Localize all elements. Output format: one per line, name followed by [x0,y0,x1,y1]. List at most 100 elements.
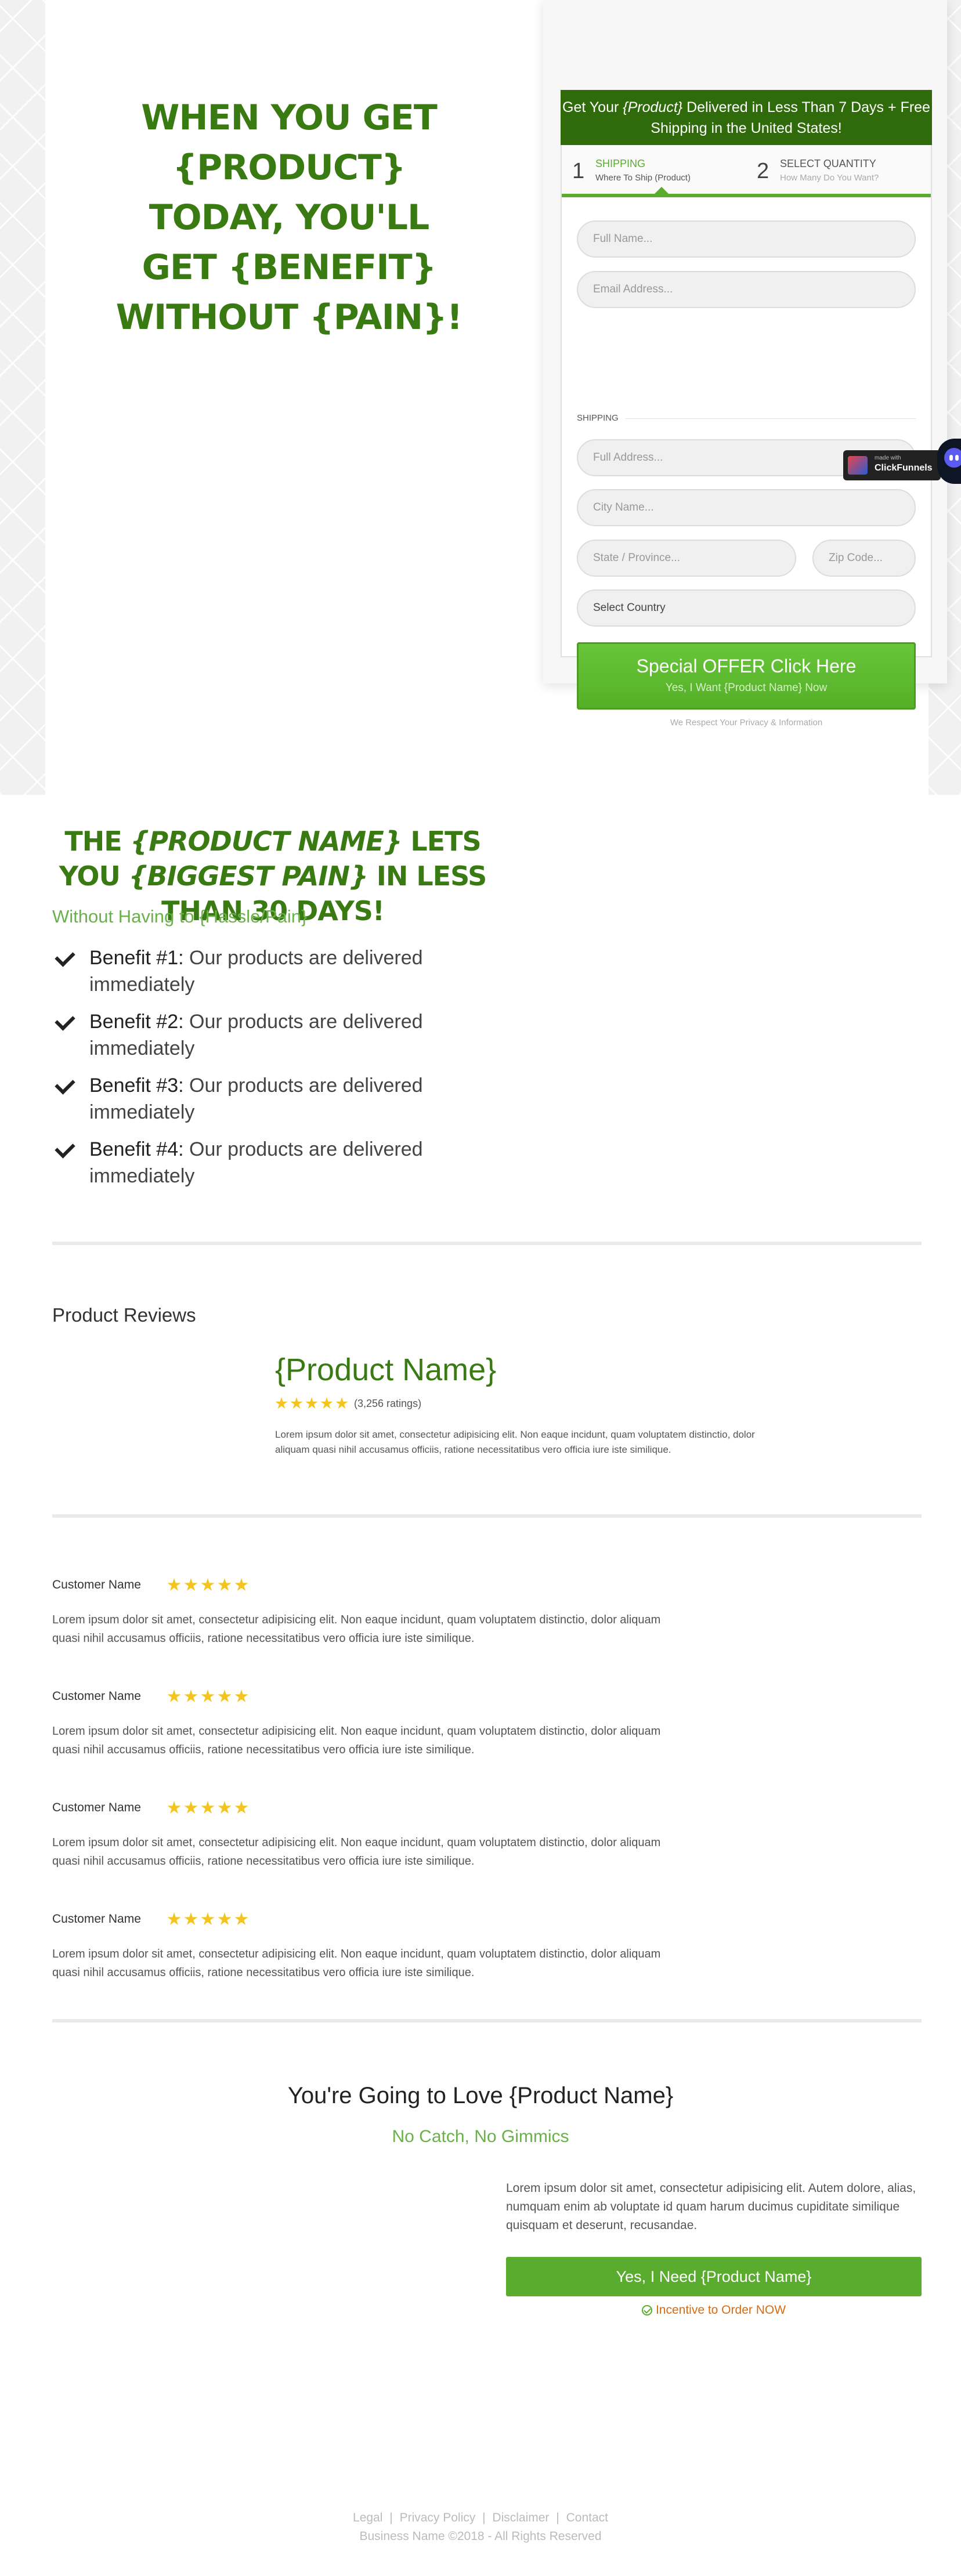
check-icon [52,1142,75,1159]
star-icon [184,1912,198,1925]
incentive-text: Incentive to Order NOW [655,2303,786,2317]
special-offer-button[interactable]: Special OFFER Click Here Yes, I Want {Pr… [577,642,916,710]
shipping-section-label: SHIPPING [577,413,916,423]
star-icon [167,1689,181,1702]
city-input[interactable] [577,489,916,526]
star-icon [218,1801,232,1814]
footer-link-legal[interactable]: Legal [353,2511,382,2524]
copyright: Business Name ©2018 - All Rights Reserve… [359,2530,602,2543]
star-icon [184,1801,198,1814]
title-pain: {BIGGEST PAIN} [128,860,368,892]
form-steps: 1 SHIPPING Where To Ship (Product) 2 SEL… [562,145,931,197]
footer-links: Legal | Privacy Policy | Disclaimer | Co… [0,2511,961,2525]
review-product-name: {Product Name} [275,1352,497,1387]
star-icon [335,1397,348,1409]
review-rating [167,1801,251,1815]
product-description: Lorem ipsum dolor sit amet, consectetur … [275,1429,755,1455]
star-icon [218,1578,232,1591]
star-icon [234,1801,248,1814]
review-rating [167,1912,251,1926]
full-name-input[interactable] [577,220,916,258]
badge-name: ClickFunnels [875,463,933,473]
banner-prefix: Get Your [562,99,623,115]
review-rating [167,1578,251,1592]
reviewer-name: Customer Name [52,1801,141,1814]
section-divider [52,1514,922,1518]
hero-headline: WHEN YOU GET {PRODUCT} TODAY, YOU'LL GET… [115,97,463,338]
order-form: Get Your {Product} Delivered in Less Tha… [561,90,932,728]
step-label: SHIPPING [595,158,646,169]
zip-input[interactable] [812,540,916,577]
title-product: {PRODUCT NAME} [130,826,403,857]
star-icon [201,1578,215,1591]
incentive-note: Incentive to Order NOW [506,2303,922,2317]
closing-description: Lorem ipsum dolor sit amet, consectetur … [506,2181,916,2232]
email-input[interactable] [577,271,916,308]
title-part1: THE [64,826,131,857]
reviews-title: Product Reviews [52,1304,196,1326]
section-divider [52,2019,922,2023]
check-icon [52,1078,75,1095]
footer-link-privacy[interactable]: Privacy Policy [400,2511,476,2524]
star-icon [167,1578,181,1591]
step-sub: How Many Do You Want? [780,173,879,183]
star-icon [234,1912,248,1925]
check-icon [52,1014,75,1032]
benefit-label: Benefit #3: [89,1074,184,1097]
reviewer-name: Customer Name [52,1689,141,1703]
reviewer-name: Customer Name [52,1578,141,1591]
country-select[interactable]: Select Country [577,589,916,627]
chat-widget-button[interactable] [937,439,961,484]
ratings-count: (3,256 ratings) [354,1397,422,1409]
star-icon [167,1801,181,1814]
star-icon [234,1689,248,1702]
star-icon [218,1912,232,1925]
cta-sub-text: Yes, I Want {Product Name} Now [665,682,828,694]
review-body: Lorem ipsum dolor sit amet, consectetur … [52,1948,661,1979]
badge-made-with: made with [875,455,901,461]
star-icon [275,1397,288,1409]
star-icon [167,1912,181,1925]
clickfunnels-badge[interactable]: made with ClickFunnels [843,450,941,480]
footer-link-disclaimer[interactable]: Disclaimer [492,2511,549,2524]
form-banner: Get Your {Product} Delivered in Less Tha… [561,90,932,145]
review-body: Lorem ipsum dolor sit amet, consectetur … [52,1613,661,1645]
step-number: 2 [757,159,769,183]
order-form-card: Get Your {Product} Delivered in Less Tha… [543,0,947,728]
hero-section: WHEN YOU GET {PRODUCT} TODAY, YOU'LL GET… [45,0,947,795]
review-body: Lorem ipsum dolor sit amet, consectetur … [52,1725,661,1756]
star-icon [184,1578,198,1591]
review-body: Lorem ipsum dolor sit amet, consectetur … [52,1836,661,1868]
order-now-button[interactable]: Yes, I Need {Product Name} [506,2257,922,2296]
check-icon [52,950,75,968]
star-icon [234,1578,248,1591]
closing-title: You're Going to Love {Product Name} [287,2083,674,2108]
section-divider [52,1242,922,1245]
footer-separator: | [556,2511,559,2524]
star-icon [201,1801,215,1814]
reviewer-name: Customer Name [52,1912,141,1926]
step-sub: Where To Ship (Product) [595,173,691,183]
benefit-label: Benefit #1: [89,947,184,969]
star-icon [290,1397,303,1409]
product-rating: (3,256 ratings) [275,1397,421,1410]
benefits-subtitle: Without Having to {Hassle/Pain} [52,906,308,927]
star-icon [201,1689,215,1702]
state-input[interactable] [577,540,796,577]
benefit-label: Benefit #4: [89,1138,184,1160]
review-rating [167,1689,251,1703]
closing-subtitle: No Catch, No Gimmics [392,2127,569,2146]
star-icon [305,1397,318,1409]
active-step-arrow-icon [655,187,669,194]
banner-product: {Product} [623,99,683,115]
benefit-label: Benefit #2: [89,1011,184,1033]
footer-link-contact[interactable]: Contact [566,2511,608,2524]
footer-separator: | [482,2511,486,2524]
title-part3: IN [367,860,417,892]
star-icon [218,1689,232,1702]
step-number: 1 [572,159,585,183]
step-label: SELECT QUANTITY [780,158,876,169]
check-circle-icon [641,2305,652,2316]
star-icon [184,1689,198,1702]
star-icon [320,1397,333,1409]
